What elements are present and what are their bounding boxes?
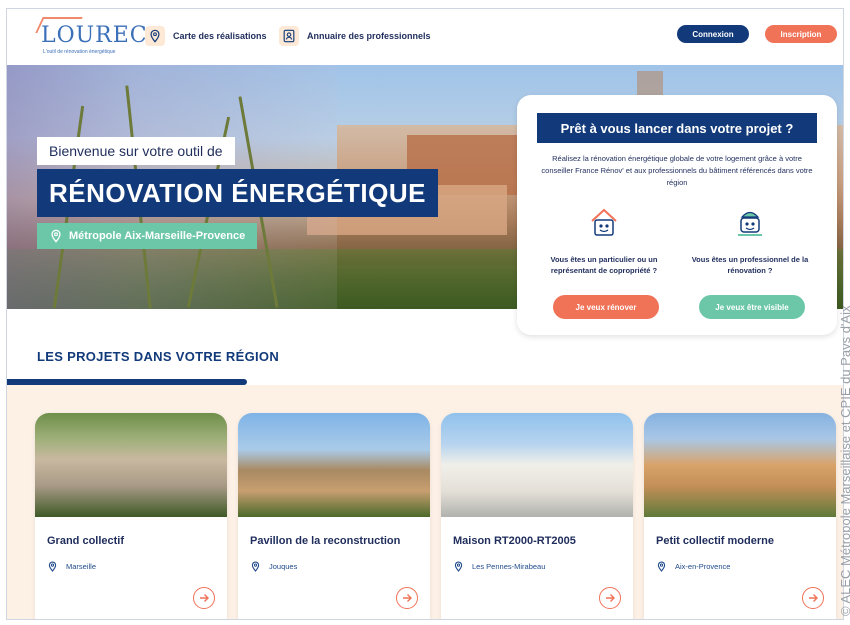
nav-directory-link[interactable]: Annuaire des professionnels xyxy=(279,25,431,47)
site-header: LOUREC L'outil de rénovation énergétique… xyxy=(7,9,843,65)
cta-card: Prêt à vous lancer dans votre projet ? R… xyxy=(517,95,837,335)
hero-location-badge: Métropole Aix-Marseille-Provence xyxy=(37,223,258,249)
project-name: Pavillon de la reconstruction xyxy=(250,535,401,547)
hero-location-label: Métropole Aix-Marseille-Provence xyxy=(69,230,246,242)
login-button[interactable]: Connexion xyxy=(677,25,749,43)
hero-title: RÉNOVATION ÉNERGÉTIQUE xyxy=(37,169,438,217)
nav-directory-label: Annuaire des professionnels xyxy=(307,31,431,41)
project-card[interactable]: Petit collectif moderne Aix-en-Provence xyxy=(644,413,836,619)
location-pin-icon xyxy=(251,561,260,572)
project-photo xyxy=(238,413,430,517)
project-card[interactable]: Pavillon de la reconstruction Jouques xyxy=(238,413,430,619)
project-location-label: Jouques xyxy=(269,562,298,571)
project-location-label: Marseille xyxy=(66,562,97,571)
cta-title: Prêt à vous lancer dans votre projet ? xyxy=(537,113,817,143)
map-pin-icon xyxy=(145,26,165,46)
cta-description: Réalisez la rénovation énergétique globa… xyxy=(541,154,813,187)
location-pin-icon xyxy=(51,229,61,243)
arrow-right-icon[interactable] xyxy=(193,587,215,609)
photo-credit: © ALEC Métropole Marseillaise et CPIE du… xyxy=(838,305,850,616)
arrow-right-icon[interactable] xyxy=(396,587,418,609)
project-location-label: Aix-en-Provence xyxy=(675,562,731,571)
location-pin-icon xyxy=(48,561,57,572)
nav-map-link[interactable]: Carte des réalisations xyxy=(145,25,267,47)
house-mascot-icon xyxy=(591,208,617,236)
renovate-button[interactable]: Je veux rénover xyxy=(553,295,659,319)
arrow-right-icon[interactable] xyxy=(599,587,621,609)
signup-button[interactable]: Inscription xyxy=(765,25,837,43)
project-photo xyxy=(35,413,227,517)
project-card[interactable]: Maison RT2000-RT2005 Les Pennes-Mirabeau xyxy=(441,413,633,619)
project-card[interactable]: Grand collectif Marseille xyxy=(35,413,227,619)
project-location: Les Pennes-Mirabeau xyxy=(453,561,545,572)
project-name: Maison RT2000-RT2005 xyxy=(453,535,576,547)
cta-individual-column: Vous êtes un particulier ou un représent… xyxy=(539,205,669,298)
project-location: Jouques xyxy=(250,561,297,572)
projects-section-title: LES PROJETS DANS VOTRE RÉGION xyxy=(37,349,280,364)
be-visible-button[interactable]: Je veux être visible xyxy=(699,295,805,319)
hero-welcome-text: Bienvenue sur votre outil de xyxy=(37,137,235,165)
project-location-label: Les Pennes-Mirabeau xyxy=(472,562,546,571)
cta-pro-column: Vous êtes un professionnel de la rénovat… xyxy=(685,205,815,298)
user-badge-icon xyxy=(279,26,299,46)
project-location: Aix-en-Provence xyxy=(656,561,730,572)
logo-text: LOUREC xyxy=(41,23,148,48)
logo-subtitle: L'outil de rénovation énergétique xyxy=(43,49,116,55)
cta-pro-question: Vous êtes un professionnel de la rénovat… xyxy=(691,255,809,275)
project-photo xyxy=(644,413,836,517)
project-name: Petit collectif moderne xyxy=(656,535,774,547)
nav-map-label: Carte des réalisations xyxy=(173,31,267,41)
project-location: Marseille xyxy=(47,561,96,572)
arrow-right-icon[interactable] xyxy=(802,587,824,609)
location-pin-icon xyxy=(657,561,666,572)
page-frame: LOUREC L'outil de rénovation énergétique… xyxy=(6,8,844,620)
lourec-logo[interactable]: LOUREC L'outil de rénovation énergétique xyxy=(35,15,147,59)
worker-mascot-icon xyxy=(738,211,762,236)
location-pin-icon xyxy=(454,561,463,572)
project-photo xyxy=(441,413,633,517)
project-name: Grand collectif xyxy=(47,535,125,547)
cta-individual-question: Vous êtes un particulier ou un représent… xyxy=(550,255,658,275)
